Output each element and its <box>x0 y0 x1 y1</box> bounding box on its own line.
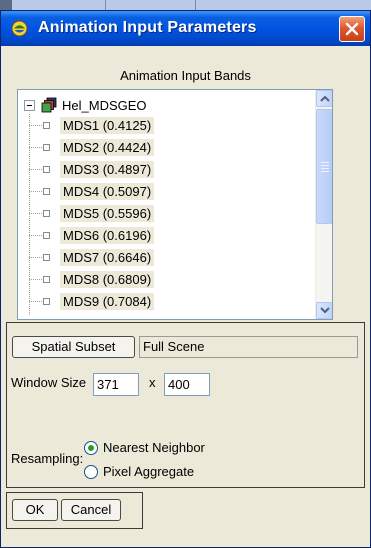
radio-unselected-icon[interactable] <box>84 464 98 479</box>
collapse-icon[interactable] <box>24 99 35 111</box>
band-label: MDS7 (0.6646) <box>60 248 155 266</box>
band-label: MDS8 (0.6809) <box>60 270 155 288</box>
close-button[interactable] <box>339 16 365 42</box>
dialog-title: Animation Input Parameters <box>38 19 257 36</box>
band-label: MDS6 (0.6196) <box>60 226 155 244</box>
radio-label: Nearest Neighbor <box>103 440 205 455</box>
scroll-thumb[interactable] <box>316 109 332 224</box>
scroll-down-button[interactable] <box>316 302 332 319</box>
background-window-edge <box>0 0 371 10</box>
scroll-up-button[interactable] <box>316 90 332 107</box>
band-item-mds4[interactable]: MDS4 (0.5097) <box>29 182 155 200</box>
band-item-mds7[interactable]: MDS7 (0.6646) <box>29 248 155 266</box>
band-label: MDS4 (0.5097) <box>60 182 155 200</box>
band-item-mds5[interactable]: MDS5 (0.5596) <box>29 204 155 222</box>
band-label: MDS5 (0.5596) <box>60 204 155 222</box>
window-size-label: Window Size <box>11 375 87 390</box>
radio-nearest-neighbor[interactable]: Nearest Neighbor <box>84 440 205 455</box>
band-label: MDS1 (0.4125) <box>60 116 155 134</box>
radio-selected-icon[interactable] <box>84 440 98 455</box>
arrow-up-icon <box>320 95 330 102</box>
band-label: MDS2 (0.4424) <box>60 138 155 156</box>
envi-globe-icon <box>11 20 28 37</box>
band-item-mds1[interactable]: MDS1 (0.4125) <box>29 116 155 134</box>
tree-root-node[interactable]: Hel_MDSGEO <box>24 96 147 114</box>
resampling-label: Resampling: <box>11 451 84 466</box>
window-width-input[interactable] <box>93 373 139 396</box>
band-label: MDS3 (0.4897) <box>60 160 155 178</box>
radio-label: Pixel Aggregate <box>103 464 195 479</box>
band-item-mds3[interactable]: MDS3 (0.4897) <box>29 160 155 178</box>
tree-root-label: Hel_MDSGEO <box>62 97 147 113</box>
band-tree[interactable]: Hel_MDSGEO MDS1 (0.4125) MDS2 (0.4424) M… <box>17 89 333 320</box>
spatial-subset-button[interactable]: Spatial Subset <box>12 336 135 358</box>
radio-pixel-aggregate[interactable]: Pixel Aggregate <box>84 464 194 479</box>
animation-input-bands-heading: Animation Input Bands <box>120 68 251 83</box>
parameters-group: Spatial Subset Full Scene Window Size x … <box>6 322 365 488</box>
layer-stack-icon <box>41 97 57 113</box>
title-bar[interactable]: Animation Input Parameters <box>1 11 370 46</box>
animation-input-parameters-dialog: Animation Input Parameters Animation Inp… <box>0 10 371 548</box>
window-height-input[interactable] <box>164 373 210 396</box>
arrow-down-icon <box>320 307 330 314</box>
close-icon <box>345 22 359 36</box>
tree-scrollbar[interactable] <box>315 90 332 319</box>
band-item-mds9[interactable]: MDS9 (0.7084) <box>29 292 155 310</box>
window-size-separator: x <box>149 375 156 390</box>
band-item-mds8[interactable]: MDS8 (0.6809) <box>29 270 155 288</box>
ok-button[interactable]: OK <box>12 499 58 521</box>
band-label: MDS9 (0.7084) <box>60 292 155 310</box>
subset-value-field: Full Scene <box>139 336 358 358</box>
band-item-mds6[interactable]: MDS6 (0.6196) <box>29 226 155 244</box>
action-buttons-group: OK Cancel <box>6 492 143 529</box>
cancel-button[interactable]: Cancel <box>61 499 121 521</box>
band-item-mds2[interactable]: MDS2 (0.4424) <box>29 138 155 156</box>
